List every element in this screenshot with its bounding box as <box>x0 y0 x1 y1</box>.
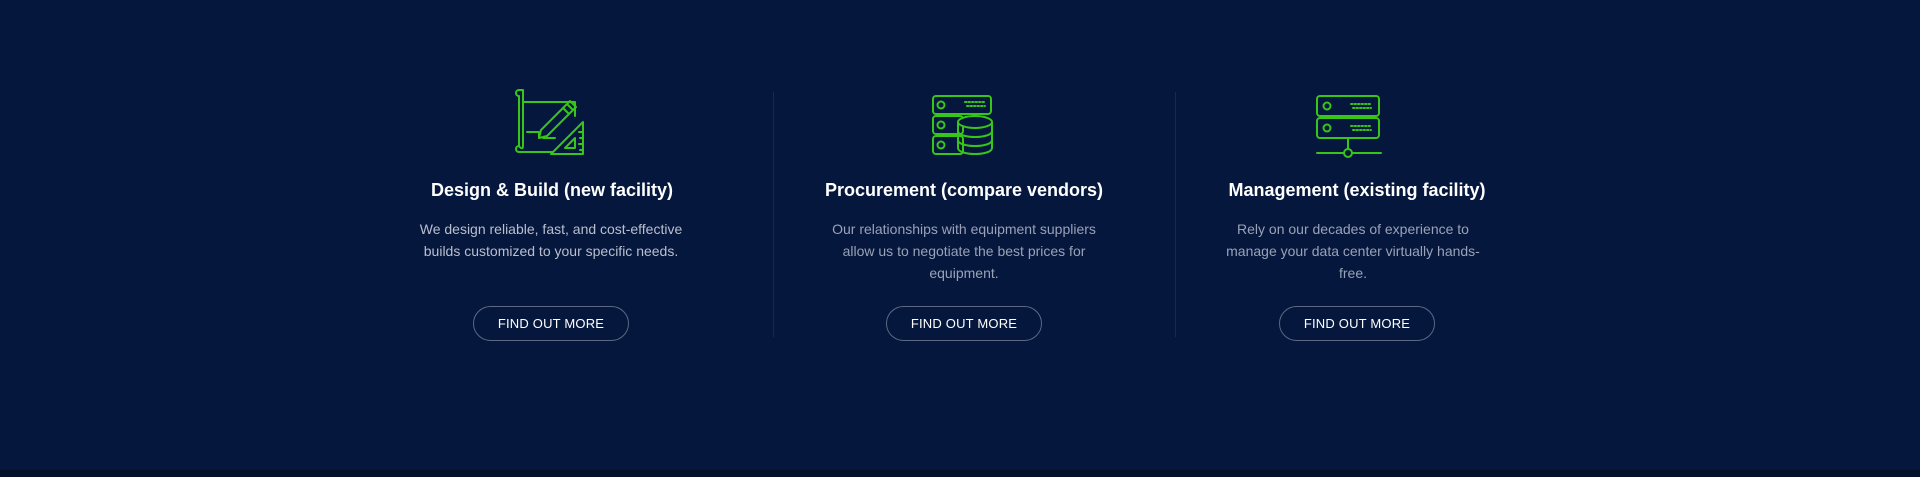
blueprint-design-icon <box>515 89 584 155</box>
service-card-design-build: Design & Build (new facility) We design … <box>379 82 739 341</box>
find-out-more-button[interactable]: FIND OUT MORE <box>1279 306 1435 341</box>
service-card-management: Management (existing facility) Rely on o… <box>1173 82 1533 341</box>
services-section: Design & Build (new facility) We design … <box>0 0 1920 477</box>
service-title: Procurement (compare vendors) <box>824 180 1104 200</box>
service-title: Management (existing facility) <box>1228 180 1486 200</box>
service-description: Our relationships with equipment supplie… <box>832 221 1096 281</box>
service-description: Rely on our decades of experience to man… <box>1226 221 1480 281</box>
service-description: We design reliable, fast, and cost-effec… <box>419 221 683 259</box>
icon-container <box>1173 82 1533 158</box>
service-card-procurement: Procurement (compare vendors) Our relati… <box>784 82 1144 341</box>
footer-edge <box>0 470 1920 477</box>
server-network-icon <box>1316 95 1382 158</box>
icon-container <box>784 82 1144 158</box>
server-database-icon <box>932 95 993 155</box>
find-out-more-button[interactable]: FIND OUT MORE <box>886 306 1042 341</box>
service-title: Design & Build (new facility) <box>430 180 674 200</box>
column-divider <box>773 92 774 337</box>
find-out-more-button[interactable]: FIND OUT MORE <box>473 306 629 341</box>
icon-container <box>379 82 739 158</box>
